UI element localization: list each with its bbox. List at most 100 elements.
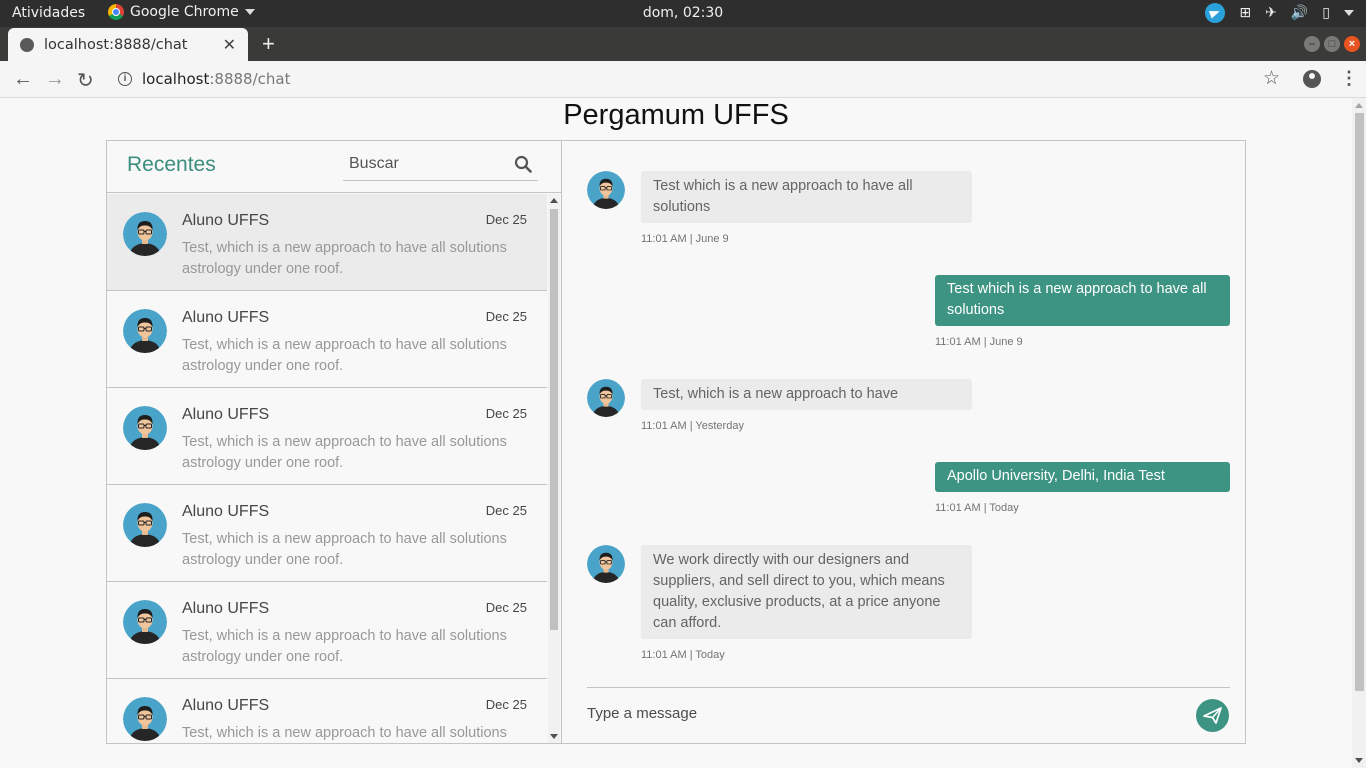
message-time: 11:01 AM | June 9 xyxy=(641,233,729,245)
globe-icon xyxy=(20,37,34,52)
send-button[interactable] xyxy=(1196,699,1229,732)
chat-list-item[interactable]: Aluno UFFS Dec 25 Test, which is a new app… xyxy=(107,582,547,679)
avatar-illustration xyxy=(123,212,167,256)
chat-list-item[interactable]: Aluno UFFS Dec 25 Test, which is a new app… xyxy=(107,194,547,291)
chat-list-item[interactable]: Aluno UFFS Dec 25 Test, which is a new app… xyxy=(107,388,547,485)
page-scrollbar[interactable] xyxy=(1352,98,1366,768)
avatar-illustration xyxy=(587,545,625,583)
scroll-up-icon[interactable] xyxy=(550,198,558,203)
incoming-message-bubble: We work directly with our designers and … xyxy=(641,545,972,639)
scroll-down-icon[interactable] xyxy=(550,734,558,739)
network-icon: ⊞ xyxy=(1239,5,1252,21)
outgoing-message-bubble: Apollo University, Delhi, India Test xyxy=(935,462,1230,492)
avatar-illustration xyxy=(587,379,625,417)
avatar xyxy=(587,379,625,417)
scrollbar-thumb[interactable] xyxy=(550,209,558,630)
system-menu-chevron-icon[interactable] xyxy=(1344,10,1354,16)
chat-item-name: Aluno UFFS xyxy=(182,212,270,229)
chat-item-date: Dec 25 xyxy=(485,600,527,615)
tab-close-icon[interactable]: ✕ xyxy=(223,35,236,55)
browser-tab-strip: localhost:8888/chat ✕ + – □ × xyxy=(0,27,1366,61)
system-top-bar: Atividades Google Chrome dom, 02:30 ⊞ ✈ … xyxy=(0,0,1366,27)
chat-list-item[interactable]: Aluno UFFS Dec 25 Test, which is a new app… xyxy=(107,485,547,582)
system-tray[interactable]: ⊞ ✈ 🔊 ▯ xyxy=(1205,3,1354,23)
incoming-message-bubble: Test which is a new approach to have all… xyxy=(641,171,972,223)
telegram-icon[interactable] xyxy=(1205,3,1226,23)
tab-title: localhost:8888/chat xyxy=(44,36,188,53)
address-bar[interactable]: localhost:8888/chat xyxy=(142,70,290,88)
message-history: Test which is a new approach to have all… xyxy=(563,141,1245,743)
bookmark-star-icon[interactable]: ☆ xyxy=(1263,67,1280,90)
message-input[interactable] xyxy=(587,698,1147,728)
new-tab-button[interactable]: + xyxy=(262,31,275,57)
forward-arrow-icon[interactable]: → xyxy=(45,68,65,91)
avatar xyxy=(123,212,167,256)
page-scrollbar-thumb[interactable] xyxy=(1355,113,1364,691)
site-info-icon[interactable]: i xyxy=(118,72,132,86)
airplane-icon: ✈ xyxy=(1265,5,1277,21)
chat-item-date: Dec 25 xyxy=(485,697,527,712)
avatar xyxy=(587,171,625,209)
paper-plane-icon xyxy=(1203,707,1222,724)
avatar-illustration xyxy=(587,171,625,209)
avatar xyxy=(123,309,167,353)
profile-icon[interactable] xyxy=(1303,70,1321,88)
page-scroll-up-icon[interactable] xyxy=(1355,103,1363,108)
messaging-panel: Recentes Aluno UFFS Dec 25 Test, which is … xyxy=(106,140,1246,744)
recent-heading: Recentes xyxy=(127,153,216,176)
system-clock[interactable]: dom, 02:30 xyxy=(0,5,1366,21)
page-scroll-down-icon[interactable] xyxy=(1355,758,1363,763)
avatar-illustration xyxy=(123,503,167,547)
chat-list: Aluno UFFS Dec 25 Test, which is a new app… xyxy=(107,194,547,743)
avatar xyxy=(587,545,625,583)
chat-item-preview: Test, which is a new approach to have al… xyxy=(182,337,507,374)
avatar xyxy=(123,697,167,741)
chat-list-item[interactable]: Aluno UFFS Dec 25 Test, which is a new app… xyxy=(107,679,547,743)
avatar-illustration xyxy=(123,406,167,450)
incoming-message-bubble: Test, which is a new approach to have xyxy=(641,379,972,410)
page-title: Pergamum UFFS xyxy=(563,99,789,131)
chat-item-date: Dec 25 xyxy=(485,212,527,227)
chat-item-name: Aluno UFFS xyxy=(182,503,270,520)
avatar xyxy=(123,503,167,547)
avatar-illustration xyxy=(123,309,167,353)
search-bar xyxy=(343,149,538,181)
message-time: 11:01 AM | Yesterday xyxy=(641,420,744,432)
chat-list-item[interactable]: Aluno UFFS Dec 25 Test, which is a new app… xyxy=(107,291,547,388)
minimize-button[interactable]: – xyxy=(1304,36,1320,52)
outgoing-message-bubble: Test which is a new approach to have all… xyxy=(935,275,1230,326)
chat-item-date: Dec 25 xyxy=(485,309,527,324)
url-host: localhost xyxy=(142,70,210,88)
avatar xyxy=(123,406,167,450)
maximize-button[interactable]: □ xyxy=(1324,36,1340,52)
browser-toolbar: ← → ↻ i localhost:8888/chat ☆ ⋮ xyxy=(0,61,1366,98)
avatar-illustration xyxy=(123,600,167,644)
chat-list-scrollbar[interactable] xyxy=(548,194,560,743)
inbox-header: Recentes xyxy=(107,141,562,193)
kebab-menu-icon[interactable]: ⋮ xyxy=(1340,68,1358,89)
back-arrow-icon[interactable]: ← xyxy=(13,68,33,91)
chat-item-preview: Test, which is a new approach to have al… xyxy=(182,240,507,277)
browser-tab[interactable]: localhost:8888/chat ✕ xyxy=(8,28,248,61)
inbox-panel: Recentes Aluno UFFS Dec 25 Test, which is … xyxy=(107,141,562,743)
avatar xyxy=(123,600,167,644)
battery-icon: ▯ xyxy=(1322,5,1330,21)
chat-item-preview: Test, which is a new approach to have al… xyxy=(182,434,507,471)
chat-item-preview: Test, which is a new approach to have al… xyxy=(182,531,507,568)
chat-item-name: Aluno UFFS xyxy=(182,406,270,423)
message-time: 11:01 AM | Today xyxy=(935,502,1019,514)
avatar-illustration xyxy=(123,697,167,741)
chat-item-name: Aluno UFFS xyxy=(182,309,270,326)
chat-item-name: Aluno UFFS xyxy=(182,697,270,714)
chat-item-date: Dec 25 xyxy=(485,406,527,421)
message-composer xyxy=(587,687,1230,743)
page-content: Pergamum UFFS Recentes Aluno UFFS Dec 25 T… xyxy=(0,98,1352,768)
search-icon[interactable] xyxy=(514,155,532,173)
close-window-button[interactable]: × xyxy=(1344,36,1360,52)
chat-item-preview: Test, which is a new approach to have al… xyxy=(182,628,507,665)
message-time: 11:01 AM | Today xyxy=(641,649,725,661)
search-input[interactable] xyxy=(343,149,508,179)
reload-icon[interactable]: ↻ xyxy=(77,68,94,93)
message-time: 11:01 AM | June 9 xyxy=(935,336,1023,348)
url-path: :8888/chat xyxy=(209,70,291,88)
